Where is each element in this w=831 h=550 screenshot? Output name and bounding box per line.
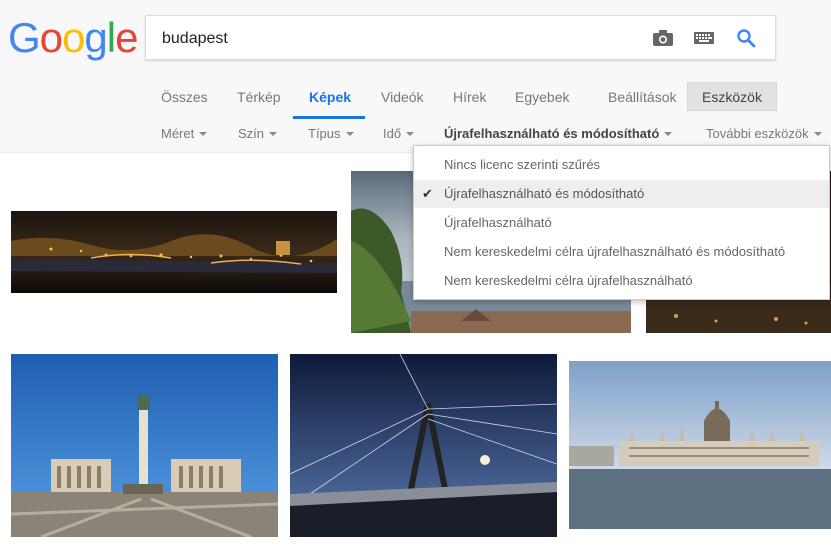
menu-item-label: Nem kereskedelmi célra újrafelhasználhat… (444, 244, 786, 259)
image-hungarian-parliament (569, 361, 831, 529)
logo-letter: e (115, 14, 138, 61)
header: Google Összes Térkép Képek Videók Hírek … (0, 0, 831, 153)
tab-all[interactable]: Összes (161, 89, 208, 105)
filter-time[interactable]: Idő (383, 126, 415, 141)
image-heroes-square (11, 354, 278, 537)
camera-icon[interactable] (651, 26, 675, 50)
usage-rights-menu: Nincs licenc szerinti szűrés ✔ Újrafelhas… (413, 145, 830, 300)
image-result[interactable] (11, 211, 337, 293)
tab-news[interactable]: Hírek (453, 89, 486, 105)
filter-more-tools[interactable]: További eszközök (706, 126, 822, 141)
filter-type-label: Típus (308, 126, 341, 141)
logo-letter: o (62, 14, 85, 61)
tools-button[interactable]: Eszközök (687, 82, 777, 111)
menu-item-label: Újrafelhasználható (444, 215, 552, 230)
menu-item-reuse-modify[interactable]: ✔ Újrafelhasználható és módosítható (414, 180, 829, 208)
menu-item-noncommercial-reuse[interactable]: Nem kereskedelmi célra újrafelhasználhat… (414, 267, 829, 295)
filter-color-label: Szín (238, 126, 265, 141)
menu-item-label: Nincs licenc szerinti szűrés (444, 157, 601, 172)
image-result[interactable] (569, 361, 831, 529)
filter-more-tools-label: További eszközök (706, 126, 809, 141)
chevron-down-icon (664, 131, 673, 136)
image-megyeri-bridge (290, 354, 557, 537)
tab-more[interactable]: Egyebek (515, 89, 569, 105)
google-logo[interactable]: Google (8, 14, 138, 62)
image-result[interactable] (290, 354, 557, 537)
filter-size-label: Méret (161, 126, 195, 141)
logo-letter: l (106, 14, 116, 61)
tab-maps[interactable]: Térkép (237, 89, 281, 105)
search-input[interactable] (160, 24, 634, 54)
chevron-down-icon (199, 131, 208, 136)
filter-size[interactable]: Méret (161, 126, 208, 141)
checkmark-icon: ✔ (422, 186, 433, 201)
tab-videos[interactable]: Videók (381, 89, 424, 105)
chevron-down-icon (269, 131, 278, 136)
tab-images[interactable]: Képek (309, 89, 351, 105)
filter-usage-rights-label: Újrafelhasználható és módosítható (444, 126, 660, 141)
image-result[interactable] (11, 354, 278, 537)
menu-item-no-license-filter[interactable]: Nincs licenc szerinti szűrés (414, 151, 829, 179)
chevron-down-icon (406, 131, 415, 136)
logo-letter: G (8, 14, 41, 61)
menu-item-label: Nem kereskedelmi célra újrafelhasználhat… (444, 273, 693, 288)
active-tab-indicator (293, 116, 365, 119)
menu-item-label: Újrafelhasználható és módosítható (444, 186, 645, 201)
menu-item-reuse[interactable]: Újrafelhasználható (414, 209, 829, 237)
tab-settings[interactable]: Beállítások (608, 89, 676, 105)
filter-color[interactable]: Szín (238, 126, 278, 141)
search-box (145, 15, 776, 60)
chevron-down-icon (813, 131, 822, 136)
keyboard-icon[interactable] (692, 26, 716, 50)
image-budapest-night-panorama (11, 211, 337, 293)
filter-type[interactable]: Típus (308, 126, 354, 141)
logo-letter: g (84, 14, 107, 61)
menu-item-noncommercial-reuse-modify[interactable]: Nem kereskedelmi célra újrafelhasználhat… (414, 238, 829, 266)
filter-usage-rights[interactable]: Újrafelhasználható és módosítható (444, 126, 673, 141)
search-icon[interactable] (734, 26, 758, 50)
filter-time-label: Idő (383, 126, 402, 141)
chevron-down-icon (345, 131, 354, 136)
logo-letter: o (39, 14, 63, 61)
